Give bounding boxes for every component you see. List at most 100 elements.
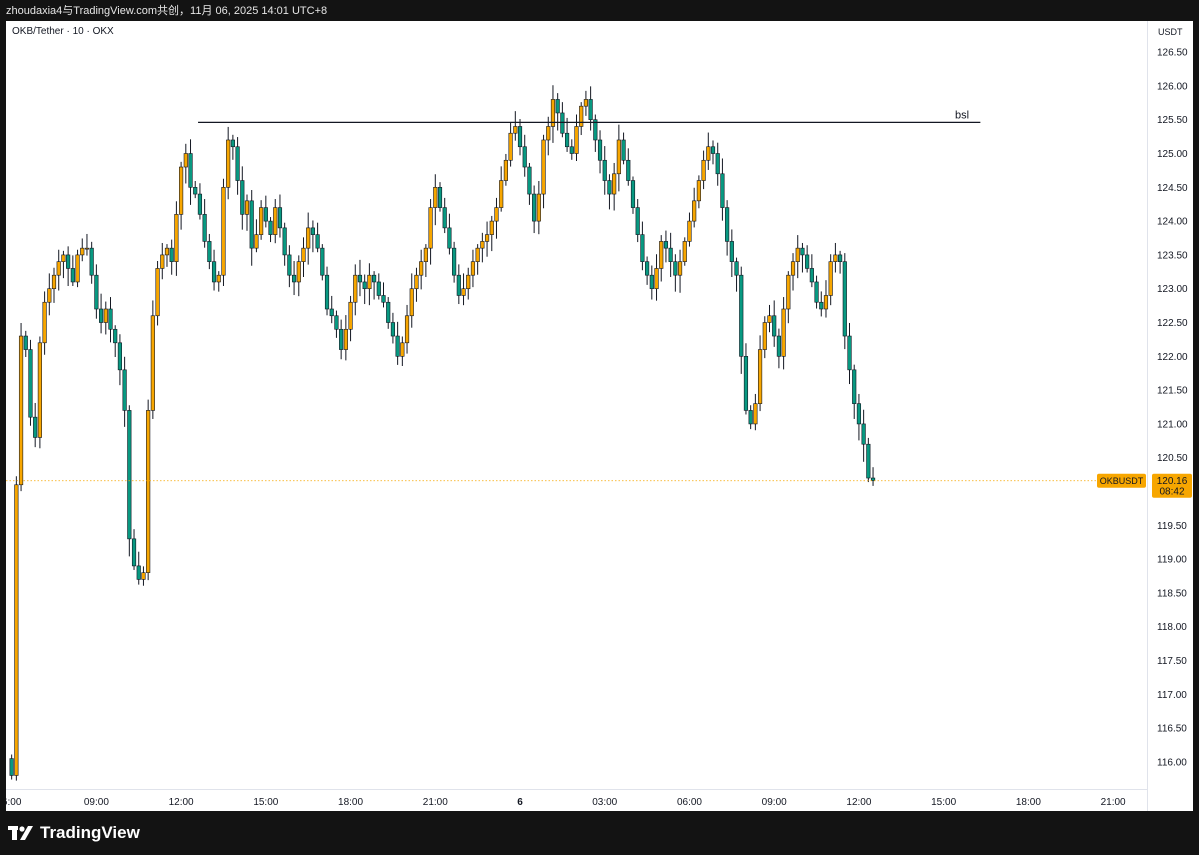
candle-body [569, 146, 574, 154]
candle-body [494, 207, 499, 222]
candle-body [414, 274, 419, 290]
candle-body [819, 301, 824, 310]
candle-body [183, 153, 188, 168]
candle-body [602, 159, 607, 181]
candle-body [659, 241, 664, 269]
price-tick-label: 119.00 [1157, 555, 1187, 566]
price-tick-label: 121.00 [1157, 419, 1188, 430]
price-tick-label: 117.50 [1157, 656, 1187, 667]
bsl-label: bsl [955, 109, 969, 121]
candle-body [221, 187, 226, 276]
candle-body [621, 139, 626, 161]
candle-body [607, 180, 612, 195]
candle-body [230, 139, 235, 148]
candle-body [508, 132, 513, 161]
candle-body [367, 274, 372, 290]
candle-body [626, 159, 631, 181]
candle-body [324, 274, 330, 310]
price-tick-label: 117.00 [1157, 690, 1187, 701]
candle-body [61, 254, 66, 262]
tradingview-logo[interactable]: TradingView [8, 823, 140, 843]
candle-body [235, 146, 240, 181]
countdown-label: 08:42 [1159, 487, 1184, 498]
candle-body [197, 193, 203, 215]
candle-body [376, 281, 381, 296]
candle-body [320, 247, 325, 276]
candle-body [381, 295, 386, 303]
candle-body [146, 410, 151, 573]
candle-body [395, 335, 400, 357]
candle-body [94, 274, 99, 310]
symbol-title[interactable]: OKB/Tether · 10 · OKX [12, 26, 114, 37]
candle-body [767, 315, 772, 323]
time-tick-label: 03:00 [592, 797, 617, 808]
price-tick-label: 123.00 [1157, 284, 1188, 295]
candle-body [786, 274, 791, 310]
candle-body [207, 241, 212, 262]
candle-body [635, 207, 640, 235]
price-tick-label: 116.50 [1157, 724, 1187, 735]
candle-body [597, 139, 603, 161]
time-axis-scale: 6:00 09:00 12:00 15:00 18:00 21:00 6 03:00 06:00… [2, 797, 1126, 808]
price-axis[interactable]: USDT 126.50 126.00 125.50 125.00 124.50 124.0… [1147, 21, 1194, 811]
candle-body [847, 335, 852, 371]
candle-body [866, 443, 871, 479]
candle-body [729, 241, 734, 262]
time-tick-label: 15:00 [253, 797, 278, 808]
candle-body [447, 227, 452, 249]
candle-body [513, 126, 518, 134]
candle-body [701, 159, 706, 181]
candle-body [164, 247, 170, 256]
candle-body [423, 247, 428, 262]
candle-body [720, 173, 725, 208]
candle-body [150, 315, 155, 411]
candle-body [259, 207, 264, 235]
candle-body [282, 227, 287, 256]
candle-body [404, 315, 410, 344]
candles-layer [9, 85, 876, 781]
candle-body [748, 410, 753, 425]
price-tick-label: 119.50 [1157, 521, 1187, 532]
candle-body [268, 220, 273, 235]
candle-body [131, 538, 137, 567]
candle-body [66, 254, 71, 269]
candle-body [169, 247, 174, 262]
candle-body [37, 342, 42, 438]
candle-body [18, 335, 24, 486]
candle-body [484, 234, 490, 242]
candle-body [188, 153, 193, 188]
candle-body [706, 146, 711, 161]
candle-body [409, 288, 414, 317]
candle-body [795, 247, 800, 262]
candle-body [452, 247, 457, 276]
candle-body [329, 308, 334, 317]
candle-body [673, 261, 678, 276]
candle-body [668, 247, 673, 262]
candle-body [193, 187, 198, 195]
price-tick-label: 121.50 [1157, 386, 1188, 397]
candle-body [113, 328, 118, 344]
candle-body [838, 254, 843, 262]
candle-body [630, 180, 636, 208]
candle-body [127, 410, 132, 540]
price-tick-label: 118.50 [1157, 588, 1187, 599]
candle-body [334, 315, 339, 330]
candlestick-chart: bsl OKBUSDT [6, 85, 1147, 781]
candle-body [480, 241, 485, 249]
screenshot-title: zhoudaxia4与TradingView.com共创，11月 06, 202… [6, 5, 328, 17]
candle-body [776, 335, 781, 357]
tradingview-logo-icon [8, 826, 33, 840]
candle-body [89, 247, 94, 276]
candle-body [155, 268, 160, 317]
time-axis[interactable]: 6:00 09:00 12:00 15:00 18:00 21:00 6 03:00 06:00… [2, 789, 1147, 812]
plot-area[interactable]: bsl OKBUSDT OKB/Tether · 10 · OKX [6, 21, 1147, 789]
candle-body [574, 126, 579, 154]
candle-body [179, 166, 184, 215]
candle-body [75, 254, 80, 283]
candle-body [743, 356, 749, 411]
candle-body [503, 159, 508, 181]
candle-body [517, 126, 523, 148]
candle-body [348, 301, 353, 330]
candle-body [390, 322, 396, 337]
candle-body [14, 484, 19, 776]
